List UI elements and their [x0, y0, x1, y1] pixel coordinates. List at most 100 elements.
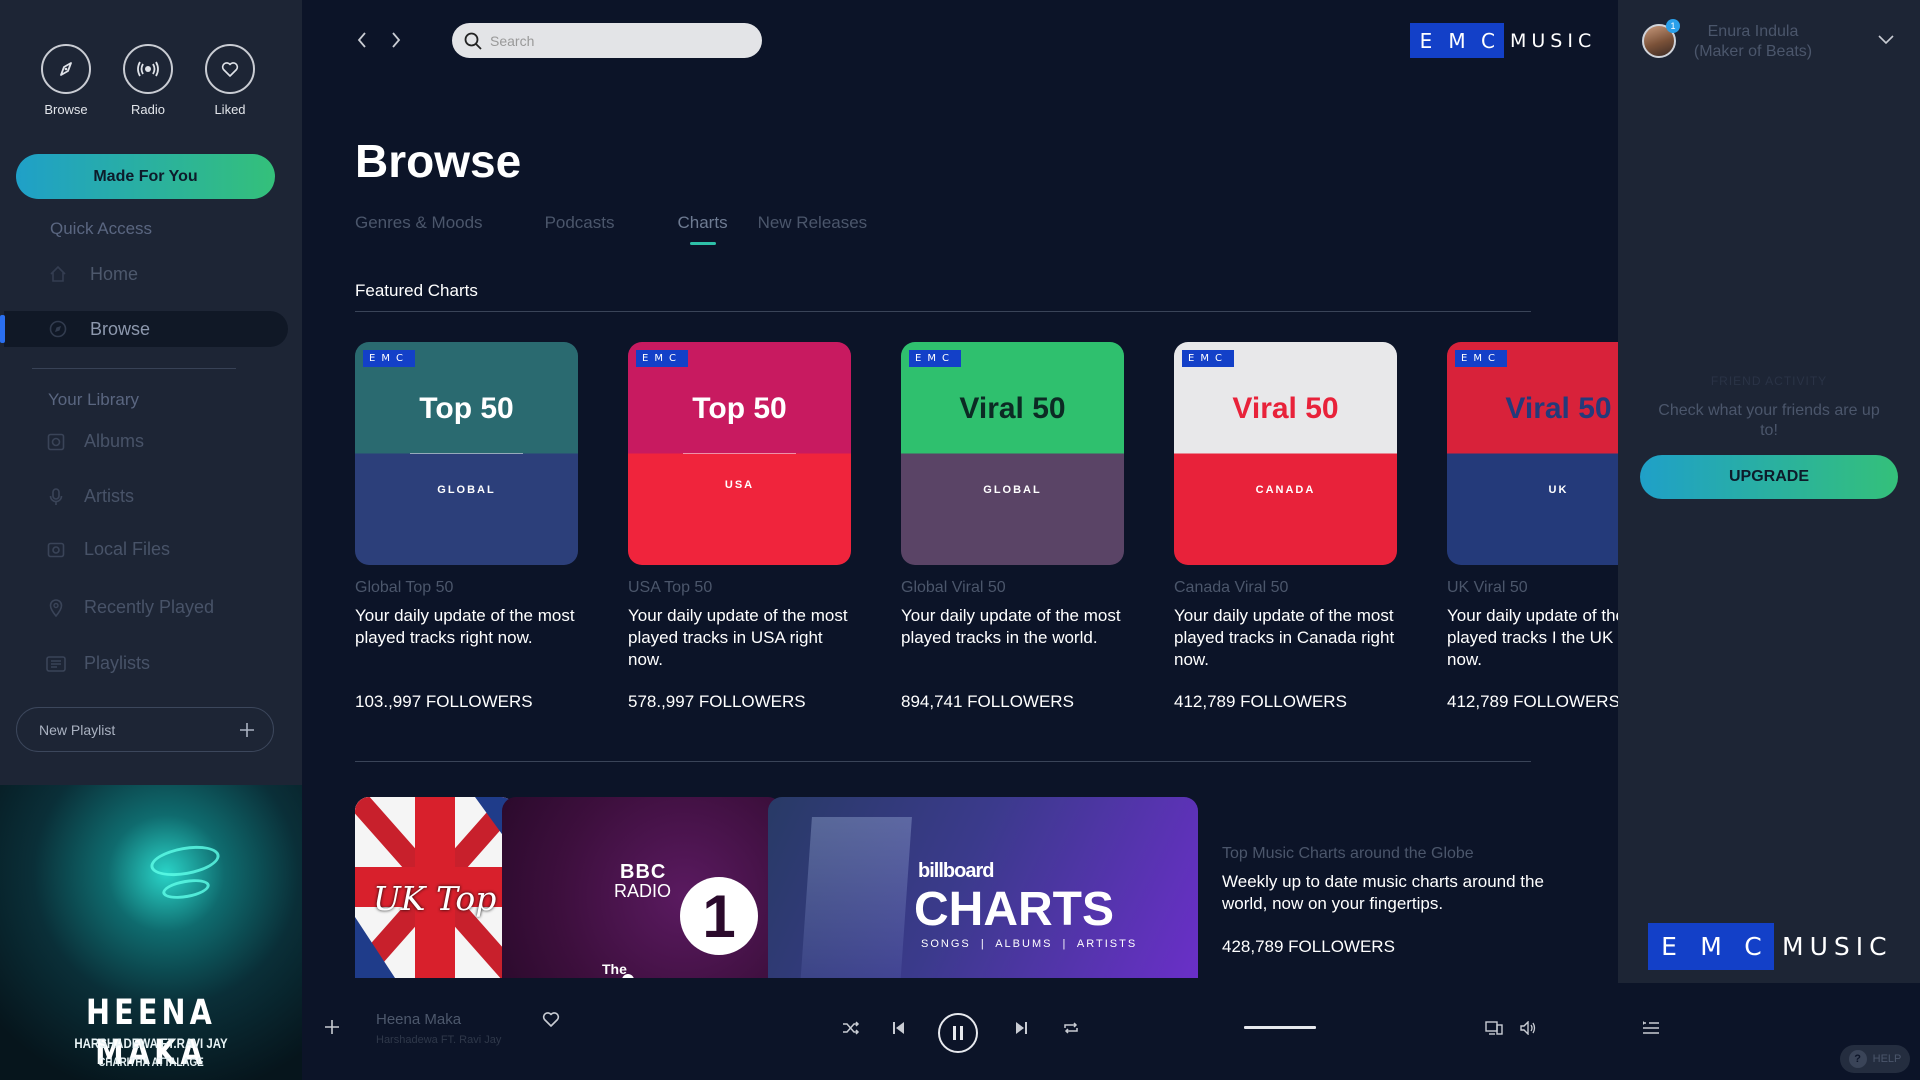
- user-tagline: (Maker of Beats): [1693, 43, 1813, 60]
- tab-new-releases[interactable]: New Releases: [758, 213, 868, 233]
- devices-icon: [1485, 1021, 1503, 1035]
- uk-top-banner[interactable]: UK Top: [355, 797, 515, 978]
- tab-charts[interactable]: Charts: [678, 213, 728, 245]
- user-name[interactable]: Enura Indula (Maker of Beats): [1688, 22, 1818, 62]
- sidebar-item-playlists-label: Playlists: [84, 653, 151, 673]
- brand-letter-c: C: [1744, 932, 1762, 961]
- chart-card-cover[interactable]: EMC Viral 50 UK: [1447, 342, 1618, 565]
- repeat-icon: [1064, 1022, 1078, 1034]
- tab-genres-moods[interactable]: Genres & Moods: [355, 213, 483, 233]
- search-bar[interactable]: [452, 23, 762, 58]
- chart-card-description: Your daily update of the most played tra…: [1447, 606, 1618, 669]
- sidebar-item-recently-played-label: Recently Played: [84, 597, 215, 617]
- now-playing-artist[interactable]: Harshadewa FT. Ravi Jay: [376, 1034, 501, 1046]
- chart-card-uk-viral-50[interactable]: EMC Viral 50 UK UK Viral 50 Your daily u…: [1447, 342, 1618, 712]
- tab-podcasts[interactable]: Podcasts: [545, 213, 615, 233]
- add-to-library-button[interactable]: [324, 1019, 340, 1040]
- play-pause-button[interactable]: [938, 1013, 978, 1053]
- help-button[interactable]: ? HELP: [1840, 1045, 1910, 1073]
- help-label: HELP: [1872, 1053, 1902, 1065]
- emc-badge: EMC: [1455, 350, 1507, 367]
- volume-button[interactable]: [1520, 1021, 1536, 1035]
- brand-letter-e: E: [1661, 932, 1677, 961]
- emc-badge: EMC: [909, 350, 961, 367]
- billboard-subtitle: SONGS | ALBUMS | ARTISTS: [921, 938, 1138, 950]
- back-button[interactable]: [352, 30, 372, 50]
- chart-card-name[interactable]: Global Viral 50: [901, 579, 1124, 597]
- new-playlist-button[interactable]: New Playlist: [16, 707, 274, 752]
- album-art-credit: CHARITHA ATTALAGE: [98, 1055, 204, 1069]
- chart-card-global-top-50[interactable]: EMC Top 50 GLOBAL Global Top 50 Your dai…: [355, 342, 578, 712]
- friend-activity-text: Check what your friends are up to!: [1658, 402, 1880, 439]
- chart-card-cover-rule: [410, 453, 523, 454]
- plus-icon: [325, 1020, 339, 1034]
- pause-icon: [953, 1026, 963, 1040]
- banner-name[interactable]: Top Music Charts around the Globe: [1222, 845, 1592, 863]
- chart-card-followers: 894,741 FOLLOWERS: [901, 692, 1074, 711]
- upgrade-button[interactable]: UPGRADE: [1640, 455, 1898, 499]
- now-playing-album-art[interactable]: HEENA MAKA HARSHADEWA FT.RAVI JAY CHARIT…: [0, 785, 302, 1080]
- devices-button[interactable]: [1485, 1021, 1503, 1035]
- chart-card-name[interactable]: UK Viral 50: [1447, 579, 1618, 597]
- sidebar-item-albums[interactable]: Albums: [46, 431, 144, 452]
- sidebar: Browse Radio Liked Made For You Quick Ac…: [0, 0, 302, 785]
- like-track-button[interactable]: [542, 1011, 560, 1032]
- chart-card-cover[interactable]: EMC Viral 50 GLOBAL: [901, 342, 1124, 565]
- queue-icon: [1643, 1021, 1659, 1034]
- chart-card-cover[interactable]: EMC Top 50 GLOBAL: [355, 342, 578, 565]
- now-playing-title[interactable]: Heena Maka: [376, 1011, 501, 1028]
- brand-word: MUSIC: [1510, 29, 1597, 52]
- shuffle-button[interactable]: [842, 1021, 860, 1035]
- chart-card-cover[interactable]: EMC Viral 50 CANADA: [1174, 342, 1397, 565]
- sidebar-top-icons: Browse Radio Liked: [40, 44, 256, 117]
- brand-word: MUSIC: [1782, 932, 1893, 961]
- chart-card-cover-rule: [683, 453, 796, 454]
- chart-card-description: Your daily update of the most played tra…: [355, 606, 575, 647]
- friend-activity-title: FRIEND ACTIVITY: [1710, 374, 1828, 388]
- chart-card-name[interactable]: USA Top 50: [628, 579, 851, 597]
- previous-track-button[interactable]: [892, 1021, 906, 1035]
- notification-badge[interactable]: 1: [1666, 19, 1680, 33]
- sidebar-item-local-files[interactable]: Local Files: [46, 539, 170, 560]
- skip-forward-icon: [1016, 1022, 1027, 1034]
- chart-card-cover[interactable]: EMC Top 50 USA: [628, 342, 851, 565]
- sidebar-item-home[interactable]: Home: [4, 256, 288, 292]
- search-input[interactable]: [490, 32, 750, 49]
- banner-info: Top Music Charts around the Globe Weekly…: [1222, 845, 1592, 957]
- emc-badge: EMC: [636, 350, 688, 367]
- billboard-number-graphic: [800, 817, 912, 978]
- sidebar-item-artists[interactable]: Artists: [46, 486, 134, 507]
- sidebar-liked-button[interactable]: Liked: [204, 44, 256, 117]
- user-menu-toggle[interactable]: [1878, 32, 1894, 50]
- chart-card-canada-viral-50[interactable]: EMC Viral 50 CANADA Canada Viral 50 Your…: [1174, 342, 1397, 712]
- chart-card-name[interactable]: Canada Viral 50: [1174, 579, 1397, 597]
- volume-slider[interactable]: [1244, 1026, 1316, 1029]
- sidebar-browse-button[interactable]: Browse: [40, 44, 92, 117]
- made-for-you-button[interactable]: Made For You: [16, 154, 275, 199]
- chevron-right-icon: [392, 32, 401, 48]
- sidebar-radio-button[interactable]: Radio: [122, 44, 174, 117]
- album-art-ring-decoration: [148, 841, 222, 881]
- chevron-down-icon: [1878, 35, 1894, 45]
- chart-card-usa-top-50[interactable]: EMC Top 50 USA USA Top 50 Your daily upd…: [628, 342, 851, 712]
- chart-card-name[interactable]: Global Top 50: [355, 579, 578, 597]
- app-window: Browse Radio Liked Made For You Quick Ac…: [0, 0, 1920, 1080]
- sidebar-item-browse[interactable]: Browse: [0, 311, 288, 347]
- repeat-button[interactable]: [1063, 1021, 1079, 1035]
- bbc-radio-1-banner[interactable]: 1 BBC RADIO The: [502, 797, 782, 978]
- brand-logo[interactable]: E M C MUSIC: [1410, 23, 1596, 58]
- queue-button[interactable]: [1642, 1021, 1660, 1035]
- friend-activity-panel: 1 Enura Indula (Maker of Beats) FRIEND A…: [1618, 0, 1920, 1073]
- chart-card-global-viral-50[interactable]: EMC Viral 50 GLOBAL Global Viral 50 Your…: [901, 342, 1124, 712]
- forward-button[interactable]: [386, 30, 406, 50]
- chart-card-description: Your daily update of the most played tra…: [1174, 606, 1395, 669]
- sidebar-item-recently-played[interactable]: Recently Played: [46, 597, 214, 618]
- compass-icon: [48, 319, 68, 339]
- file-icon: [46, 540, 66, 560]
- volume-icon: [1520, 1021, 1536, 1035]
- sidebar-item-playlists[interactable]: Playlists: [46, 653, 150, 674]
- sidebar-item-artists-label: Artists: [84, 486, 135, 506]
- sidebar-browse-label: Browse: [44, 102, 88, 117]
- billboard-charts-banner[interactable]: billboard CHARTS SONGS | ALBUMS | ARTIST…: [768, 797, 1198, 978]
- next-track-button[interactable]: [1014, 1021, 1028, 1035]
